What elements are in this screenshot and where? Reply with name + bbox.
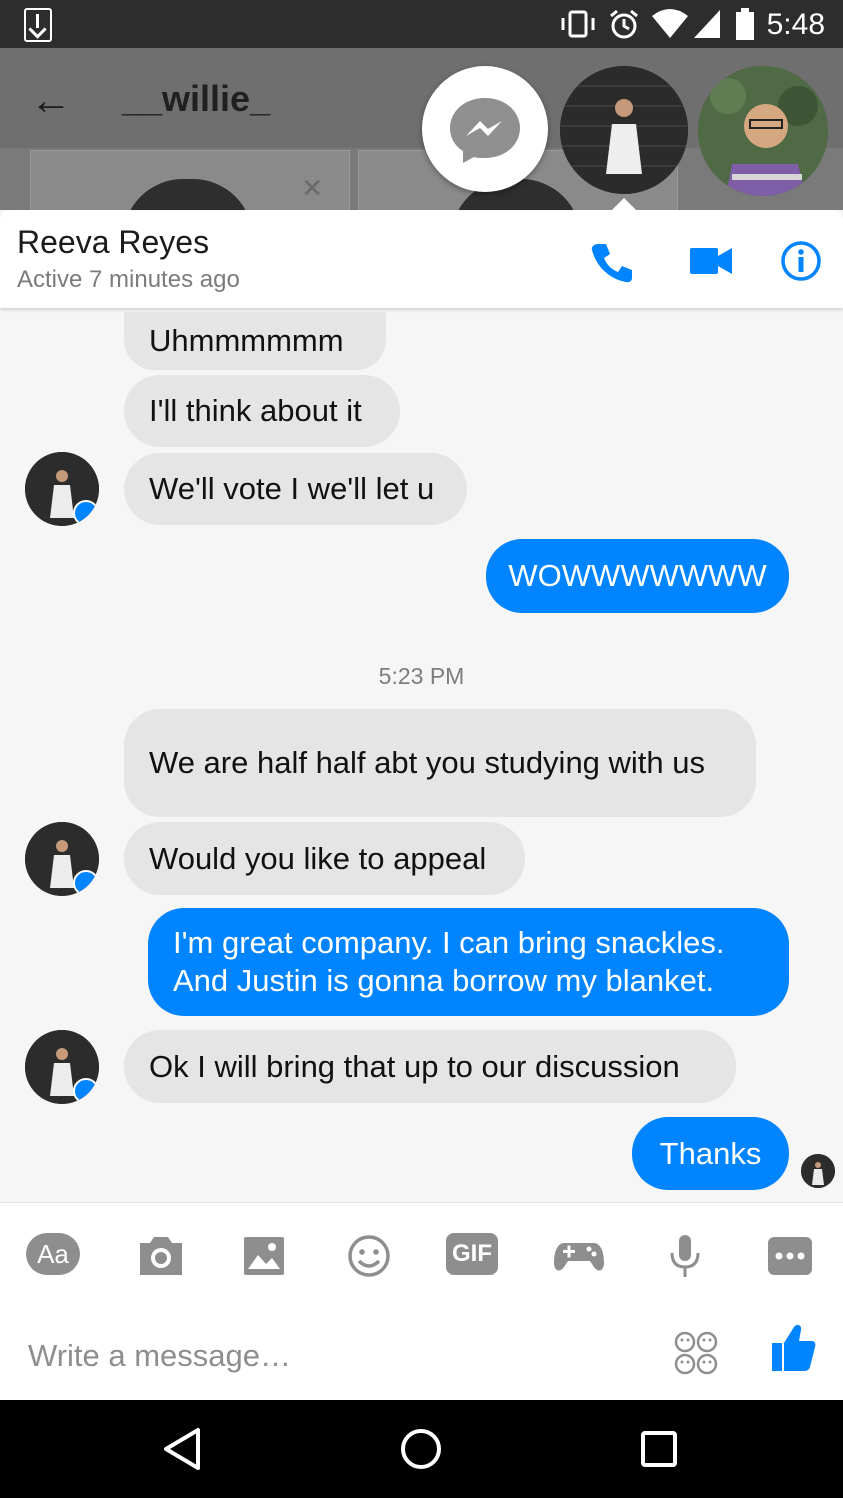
back-arrow-icon[interactable]: ←: [30, 76, 72, 124]
avatar[interactable]: [25, 822, 99, 896]
thumbs-up-icon[interactable]: [770, 1323, 816, 1373]
messenger-badge-icon: [73, 870, 99, 896]
image-icon[interactable]: [238, 1233, 292, 1279]
emoji-icon[interactable]: [342, 1233, 396, 1279]
text-format-button[interactable]: Aa: [26, 1233, 80, 1279]
dimmed-title: __willie_: [122, 78, 271, 119]
reeva-chat-head[interactable]: [560, 66, 688, 194]
avatar: [560, 66, 688, 194]
incoming-message[interactable]: We'll vote I we'll let u: [124, 453, 467, 525]
avatar[interactable]: [25, 452, 99, 526]
clock: 5:48: [766, 8, 825, 41]
alarm-icon: [610, 9, 638, 39]
outgoing-message[interactable]: WOWWWWWWW: [486, 539, 789, 613]
incoming-message[interactable]: Ok I will bring that up to our discussio…: [124, 1030, 736, 1103]
vibrate-icon: [561, 10, 595, 38]
signal-icon: [694, 10, 720, 38]
timestamp: 5:23 PM: [378, 663, 465, 689]
info-icon[interactable]: [780, 240, 822, 282]
incoming-message[interactable]: Uhmmmmmm: [124, 312, 386, 370]
gif-icon[interactable]: GIF: [446, 1233, 500, 1279]
close-icon: ✕: [301, 173, 323, 203]
avatar: [698, 66, 828, 196]
video-camera-icon[interactable]: [690, 246, 732, 276]
camera-icon[interactable]: [134, 1233, 188, 1279]
download-icon: [24, 8, 52, 42]
messenger-badge-icon: [73, 500, 99, 526]
messenger-chat-head[interactable]: [422, 66, 548, 192]
status-bar: 5:48: [0, 0, 843, 48]
battery-icon: [736, 8, 754, 40]
contact-name[interactable]: Reeva Reyes: [17, 224, 209, 261]
incoming-message[interactable]: I'll think about it: [124, 375, 400, 447]
avatar[interactable]: [25, 1030, 99, 1104]
game-controller-icon[interactable]: [552, 1233, 606, 1279]
wifi-icon: [652, 9, 688, 38]
message-input[interactable]: [26, 1323, 650, 1389]
phone-icon[interactable]: [590, 240, 634, 284]
outgoing-message[interactable]: I'm great company. I can bring snackles.…: [148, 908, 789, 1016]
navigation-bar: [0, 1400, 843, 1498]
stickers-icon[interactable]: [672, 1329, 720, 1377]
home-nav-icon[interactable]: [396, 1424, 446, 1474]
messenger-icon: [450, 98, 520, 163]
willie-chat-head[interactable]: [698, 66, 828, 196]
microphone-icon[interactable]: [658, 1233, 712, 1279]
seen-receipt-avatar: [801, 1154, 835, 1188]
incoming-message[interactable]: We are half half abt you studying with u…: [124, 709, 756, 817]
composer: Aa GIF: [0, 1202, 843, 1401]
more-icon[interactable]: [764, 1233, 818, 1279]
contact-active-status: Active 7 minutes ago: [17, 266, 240, 293]
messenger-badge-icon: [73, 1078, 99, 1104]
back-nav-icon[interactable]: [158, 1424, 208, 1474]
outgoing-message[interactable]: Thanks: [632, 1117, 789, 1190]
recents-nav-icon[interactable]: [634, 1424, 684, 1474]
conversation-header: Reeva Reyes Active 7 minutes ago: [0, 198, 843, 308]
incoming-message[interactable]: Would you like to appeal: [124, 822, 525, 895]
